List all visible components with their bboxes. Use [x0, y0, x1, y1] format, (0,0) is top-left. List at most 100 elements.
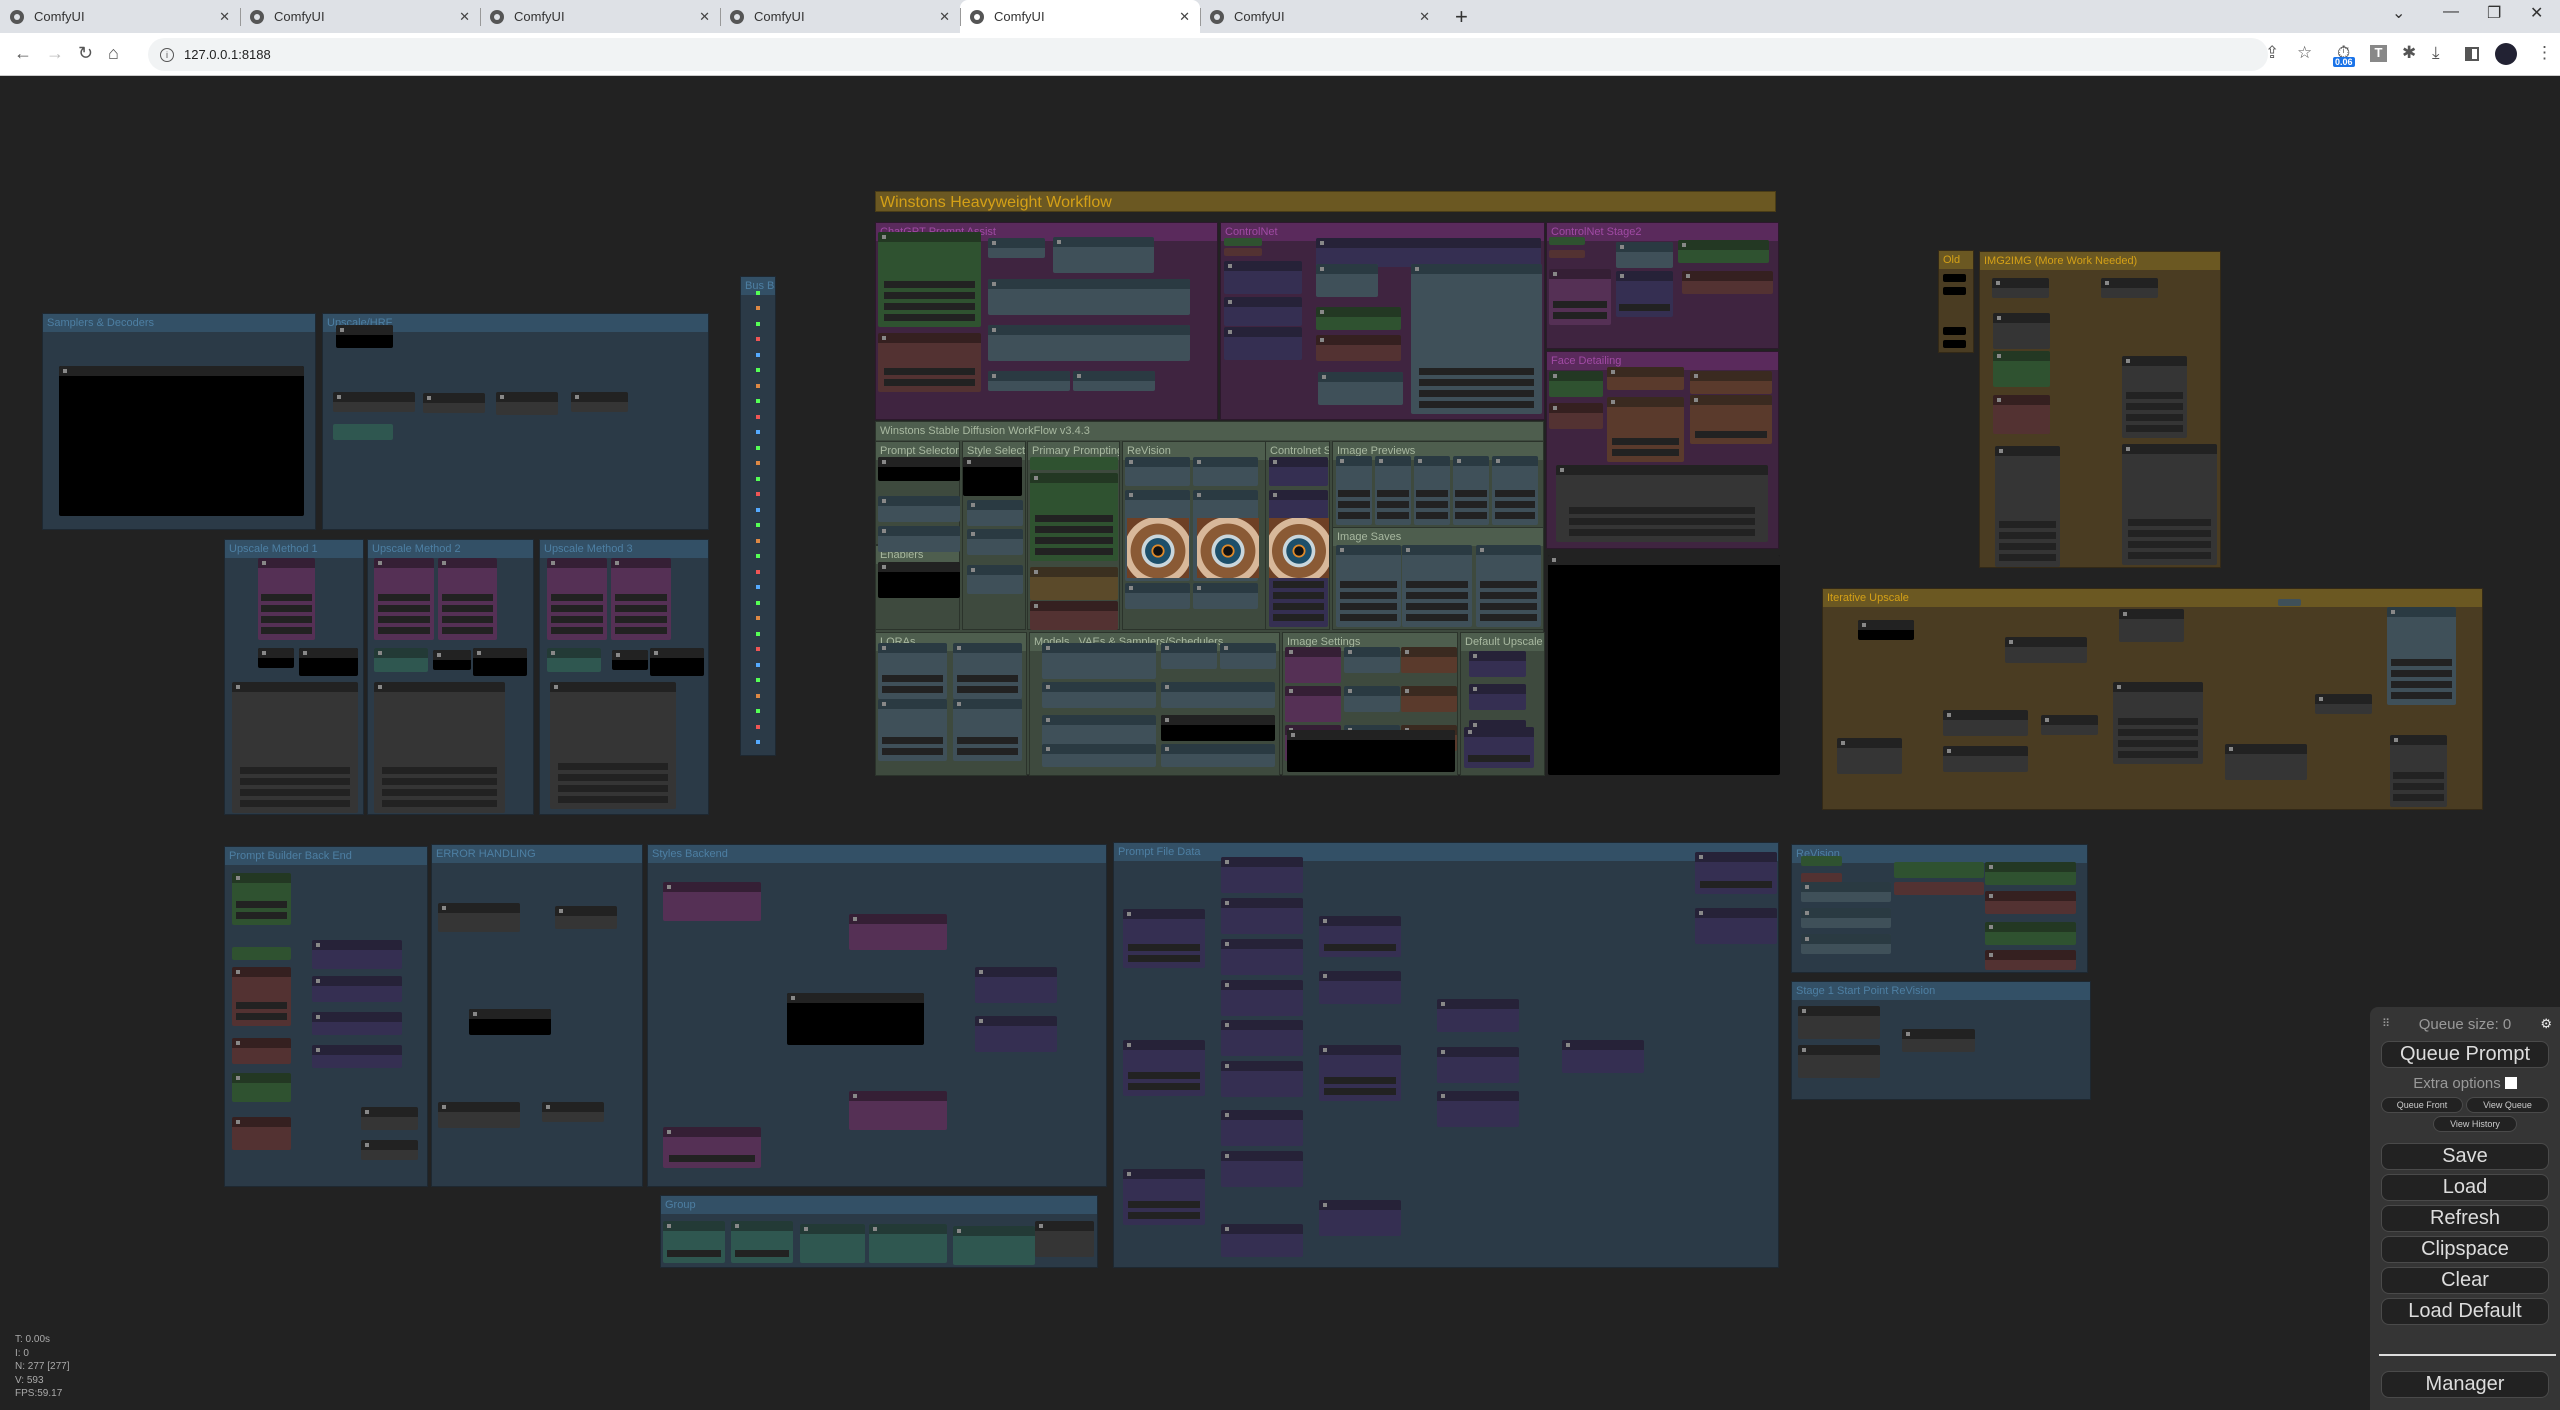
close-tab-icon[interactable]: ✕ — [699, 9, 710, 25]
node[interactable] — [2101, 278, 2158, 298]
node-title-bar[interactable] — [1401, 686, 1457, 696]
node-widget[interactable] — [261, 594, 312, 601]
node-widget[interactable] — [1127, 955, 1201, 962]
reroute-node[interactable] — [756, 461, 760, 465]
node-title-bar[interactable] — [438, 1102, 520, 1112]
node-title-bar[interactable] — [963, 457, 1022, 467]
node-title-bar[interactable] — [2122, 444, 2217, 454]
node-title-bar[interactable] — [663, 1127, 761, 1137]
node[interactable] — [1992, 278, 2049, 298]
node[interactable] — [571, 392, 628, 412]
node-title-bar[interactable] — [361, 1107, 418, 1117]
node[interactable] — [433, 650, 471, 670]
node[interactable] — [1285, 686, 1341, 722]
node-title-bar[interactable] — [1993, 351, 2050, 361]
clipspace-button[interactable]: Clipspace — [2381, 1236, 2549, 1263]
node-widget[interactable] — [2125, 425, 2184, 432]
node[interactable] — [650, 648, 704, 676]
close-tab-icon[interactable]: ✕ — [939, 9, 950, 25]
group-title[interactable]: ERROR HANDLING — [432, 845, 642, 863]
node-title-bar[interactable] — [1161, 682, 1275, 692]
node-widget[interactable] — [1568, 518, 1756, 525]
node-title-bar[interactable] — [1123, 909, 1205, 919]
node-title-bar[interactable] — [1464, 727, 1534, 737]
node[interactable] — [1453, 456, 1489, 525]
node-title-bar[interactable] — [1287, 730, 1455, 740]
node-title-bar[interactable] — [1319, 1200, 1401, 1210]
node[interactable] — [1985, 922, 2076, 945]
node[interactable] — [849, 1091, 947, 1130]
node-title-bar[interactable] — [663, 882, 761, 892]
reroute-node[interactable] — [756, 430, 760, 434]
node-widget[interactable] — [381, 789, 498, 796]
node[interactable] — [473, 648, 527, 676]
close-tab-icon[interactable]: ✕ — [1179, 9, 1190, 25]
node-title-bar[interactable] — [433, 650, 471, 660]
node-title-bar[interactable] — [2315, 694, 2372, 704]
group-title[interactable]: Upscale Method 3 — [540, 540, 708, 558]
node[interactable] — [1221, 980, 1303, 1016]
node-title-bar[interactable] — [1995, 446, 2060, 456]
node-widget[interactable] — [1406, 581, 1468, 588]
node-widget[interactable] — [1338, 512, 1370, 519]
group-title[interactable]: IMG2IMG (More Work Needed) — [1980, 252, 2220, 270]
node[interactable] — [1224, 238, 1262, 246]
node-title-bar[interactable] — [473, 648, 527, 658]
view-queue-button[interactable]: View Queue — [2466, 1097, 2549, 1113]
node[interactable] — [1492, 456, 1538, 525]
node[interactable] — [849, 914, 947, 950]
node[interactable] — [1556, 465, 1768, 542]
node[interactable] — [312, 1012, 402, 1035]
node[interactable] — [1285, 647, 1341, 683]
node[interactable] — [1053, 237, 1154, 273]
node[interactable] — [1943, 274, 1966, 282]
node-widget[interactable] — [1127, 1072, 1201, 1079]
node[interactable] — [1469, 651, 1526, 677]
node-title-bar[interactable] — [1042, 744, 1156, 754]
node-title-bar[interactable] — [374, 648, 428, 658]
node[interactable] — [258, 648, 294, 668]
node-title-bar[interactable] — [1453, 456, 1489, 466]
node-widget[interactable] — [1416, 512, 1448, 519]
node-title-bar[interactable] — [1678, 240, 1769, 250]
node-title-bar[interactable] — [2113, 682, 2203, 692]
reroute-node[interactable] — [756, 477, 760, 481]
node-widget[interactable] — [2127, 530, 2212, 537]
node-widget[interactable] — [882, 737, 943, 744]
close-window-button[interactable]: ✕ — [2530, 3, 2543, 23]
node-widget[interactable] — [1494, 501, 1536, 508]
node-title-bar[interactable] — [2041, 715, 2098, 725]
node[interactable] — [1476, 545, 1541, 627]
node[interactable] — [232, 1117, 291, 1150]
node-title-bar[interactable] — [1437, 1047, 1519, 1057]
node-title-bar[interactable] — [2101, 278, 2158, 288]
node[interactable] — [555, 906, 617, 929]
node-title-bar[interactable] — [878, 496, 960, 506]
node-title-bar[interactable] — [1469, 684, 1526, 694]
node-title-bar[interactable] — [1798, 1006, 1880, 1016]
node[interactable] — [1943, 746, 2028, 772]
node-title-bar[interactable] — [1943, 710, 2028, 720]
node[interactable] — [975, 967, 1057, 1003]
back-icon[interactable]: ← — [14, 43, 32, 64]
node[interactable] — [1316, 335, 1401, 361]
node-title-bar[interactable] — [1562, 1040, 1644, 1050]
node-widget[interactable] — [1552, 301, 1608, 308]
group-title[interactable]: Stage 1 Start Point ReVision — [1792, 982, 2090, 1000]
node[interactable] — [2278, 599, 2301, 606]
menu-kebab-icon[interactable]: ⋮ — [2536, 43, 2553, 63]
node-widget[interactable] — [1416, 501, 1448, 508]
node[interactable] — [1943, 340, 1966, 348]
node-title-bar[interactable] — [1193, 583, 1258, 593]
node-widget[interactable] — [381, 800, 498, 807]
node[interactable] — [232, 873, 291, 925]
node-title-bar[interactable] — [1469, 651, 1526, 661]
node-widget[interactable] — [557, 796, 669, 803]
group-title[interactable]: Upscale Method 1 — [225, 540, 363, 558]
node-title-bar[interactable] — [2005, 637, 2087, 647]
node[interactable] — [1682, 271, 1773, 294]
node[interactable] — [1287, 730, 1455, 772]
node-title-bar[interactable] — [1682, 271, 1773, 281]
load-button[interactable]: Load — [2381, 1174, 2549, 1201]
node-widget[interactable] — [550, 616, 604, 623]
